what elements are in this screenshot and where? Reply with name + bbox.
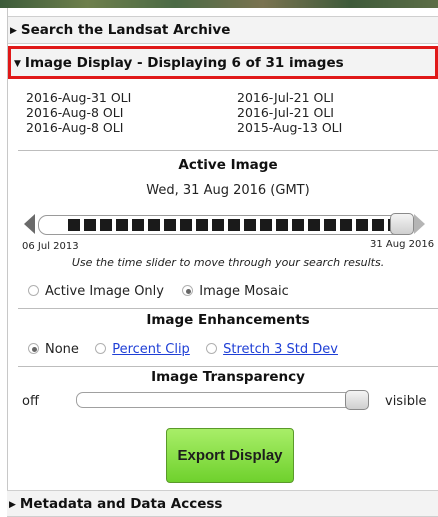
image-item[interactable]: 2016-Aug-31 OLI (26, 90, 131, 105)
transparency-slider-track[interactable] (76, 392, 366, 408)
radio-mosaic-label: Image Mosaic (199, 284, 289, 299)
time-slider-thumb[interactable] (390, 213, 414, 235)
section-search-header[interactable]: ▶ Search the Landsat Archive (8, 16, 438, 44)
expand-triangle-icon: ▶ (10, 26, 17, 36)
radio-selected-icon (28, 343, 39, 354)
map-background-strip (0, 0, 438, 8)
image-list-col-2: 2016-Jul-21 OLI 2016-Jul-21 OLI 2015-Aug… (237, 90, 342, 135)
radio-none[interactable]: None (28, 342, 79, 357)
radio-active-only-label: Active Image Only (45, 284, 164, 299)
active-image-date: Wed, 31 Aug 2016 (GMT) (146, 183, 310, 198)
percent-clip-link[interactable]: Percent Clip (112, 342, 190, 357)
radio-stretch[interactable]: Stretch 3 Std Dev (206, 342, 338, 357)
collapse-triangle-icon: ▼ (14, 59, 21, 69)
mode-options: Active Image Only Image Mosaic (28, 284, 289, 299)
radio-circle-icon (95, 343, 107, 354)
slider-end-label: 31 Aug 2016 (370, 239, 435, 250)
stretch-link[interactable]: Stretch 3 Std Dev (223, 342, 338, 357)
image-item[interactable]: 2016-Jul-21 OLI (237, 90, 342, 105)
section-display-header[interactable]: ▼ Image Display - Displaying 6 of 31 imag… (8, 46, 438, 79)
radio-percent-clip[interactable]: Percent Clip (95, 342, 190, 357)
radio-circle-icon (206, 343, 218, 354)
transparency-slider-thumb[interactable] (345, 390, 369, 410)
expand-triangle-icon: ▶ (9, 500, 16, 510)
image-list-col-1: 2016-Aug-31 OLI 2016-Aug-8 OLI 2016-Aug-… (26, 90, 131, 135)
radio-selected-icon (182, 285, 194, 296)
section-metadata-title: Metadata and Data Access (19, 496, 223, 512)
divider (18, 308, 438, 309)
radio-none-label: None (45, 342, 79, 357)
divider (18, 366, 438, 367)
slider-right-arrow-icon[interactable] (414, 214, 425, 234)
radio-active-only[interactable]: Active Image Only (28, 284, 164, 299)
image-item[interactable]: 2016-Aug-8 OLI (26, 105, 131, 120)
transparency-heading: Image Transparency (151, 369, 305, 385)
section-search-title: Search the Landsat Archive (20, 22, 231, 38)
transparency-visible-label: visible (385, 394, 427, 409)
active-image-heading: Active Image (178, 157, 278, 173)
transparency-off-label: off (22, 394, 39, 409)
image-item[interactable]: 2016-Jul-21 OLI (237, 105, 342, 120)
divider (18, 150, 438, 151)
export-display-button[interactable]: Export Display (166, 428, 294, 483)
radio-circle-icon (28, 285, 39, 296)
section-display-title: Image Display - Displaying 6 of 31 image… (24, 55, 344, 71)
time-slider-ticks (68, 219, 393, 231)
enhancements-heading: Image Enhancements (146, 312, 310, 328)
slider-left-arrow-icon[interactable] (24, 214, 35, 234)
image-item[interactable]: 2016-Aug-8 OLI (26, 120, 131, 135)
slider-hint: Use the time slider to move through your… (71, 256, 385, 269)
radio-mosaic[interactable]: Image Mosaic (182, 284, 289, 299)
enhancement-options: None Percent Clip Stretch 3 Std Dev (28, 342, 338, 357)
section-metadata-header[interactable]: ▶ Metadata and Data Access (7, 490, 438, 517)
image-item[interactable]: 2015-Aug-13 OLI (237, 120, 342, 135)
slider-start-label: 06 Jul 2013 (22, 241, 79, 252)
